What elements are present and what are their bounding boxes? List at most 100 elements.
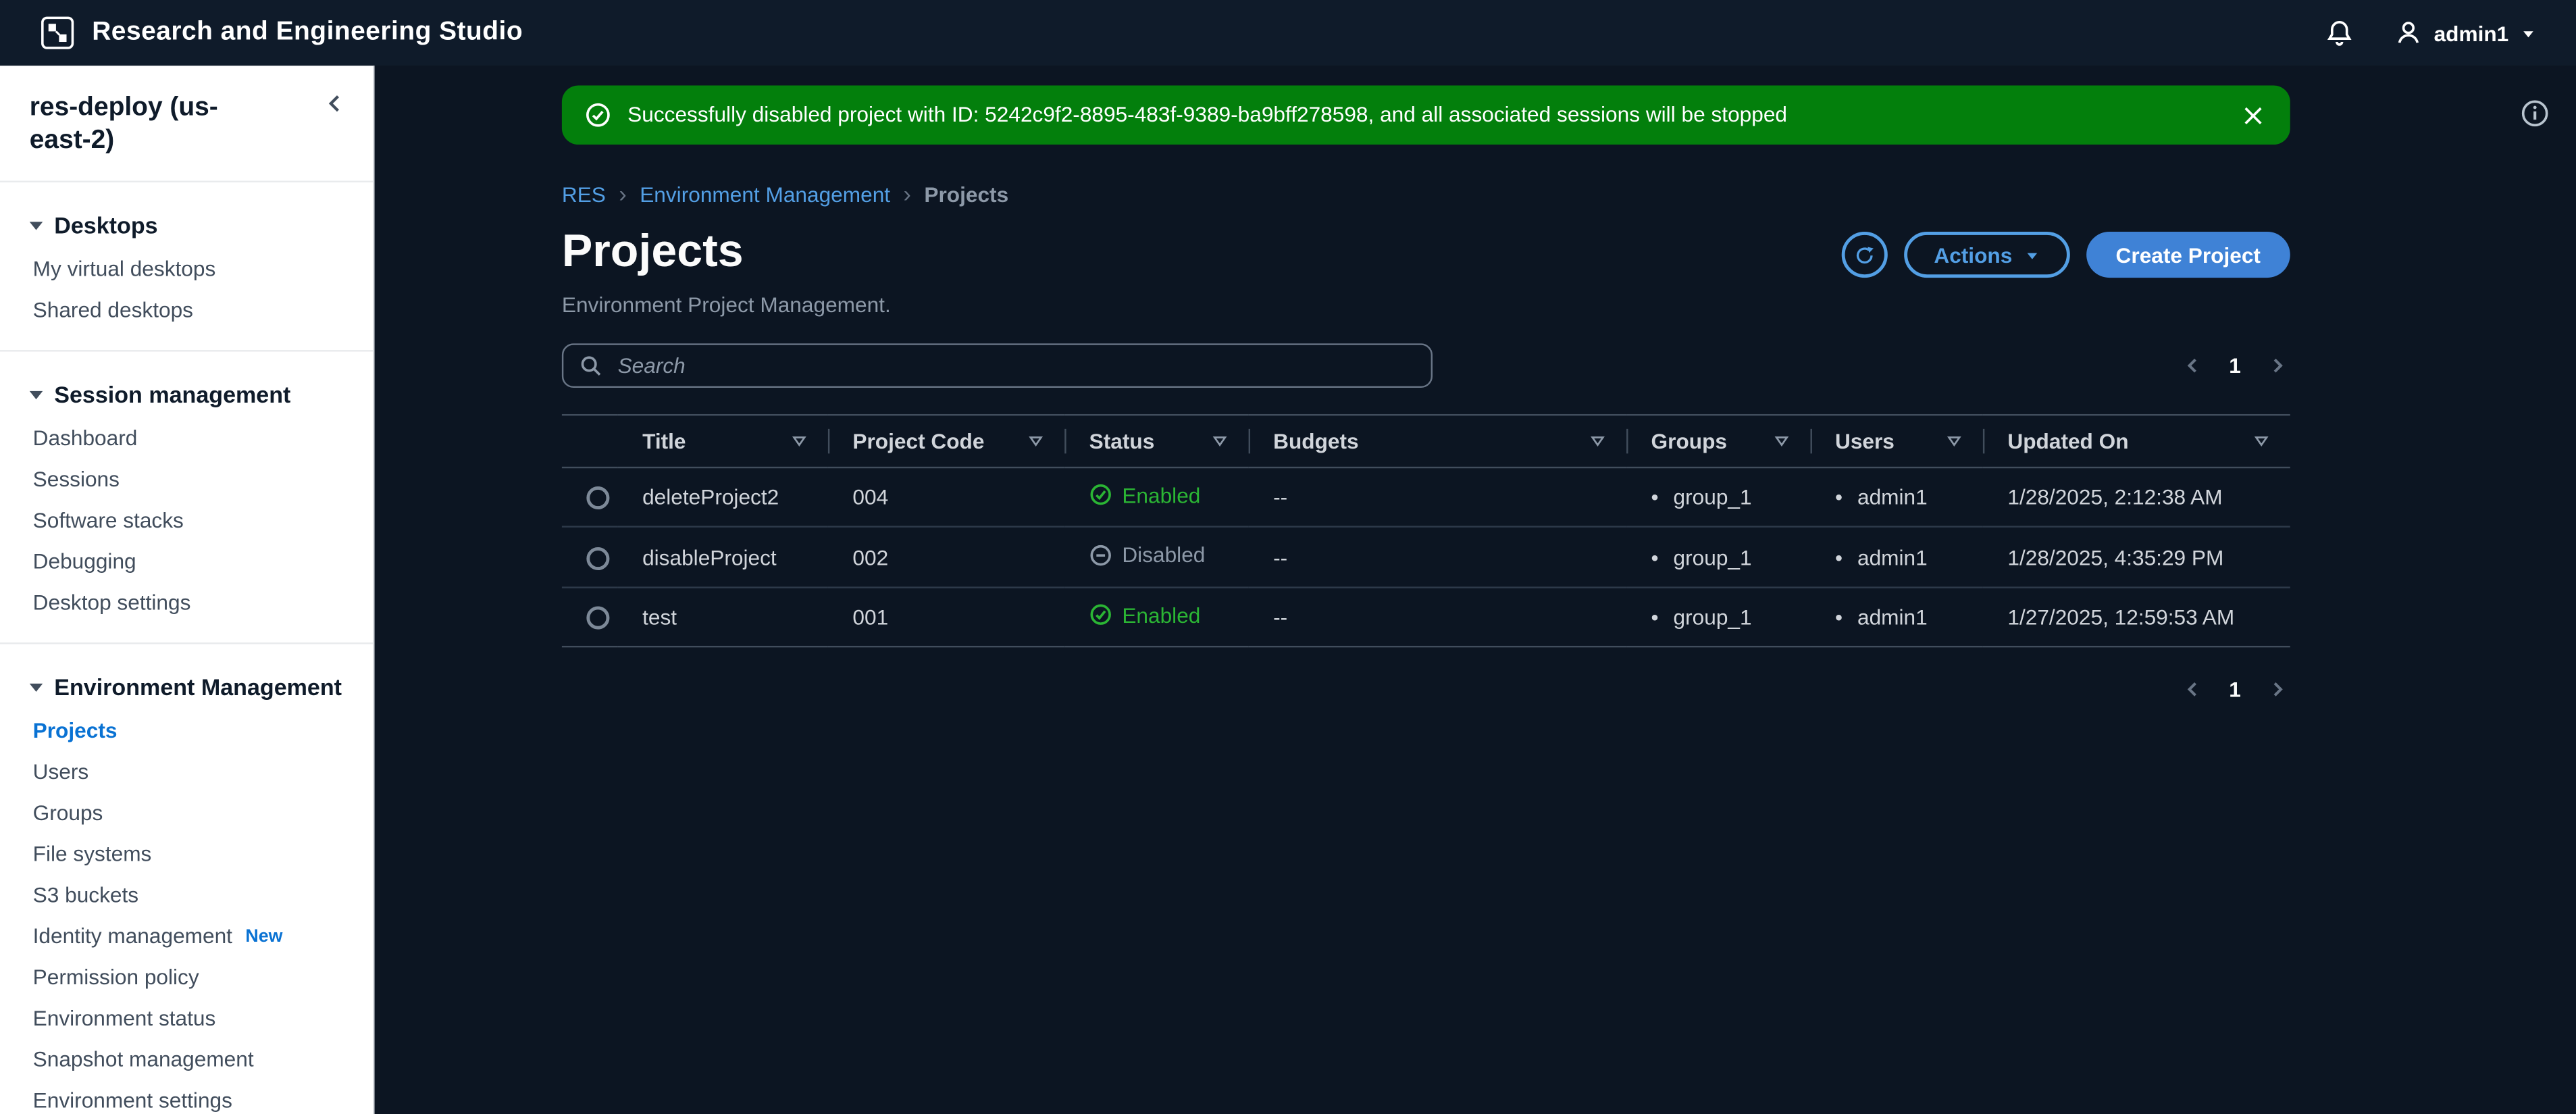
cell-users: • admin1 xyxy=(1810,467,1983,528)
cell-groups: • group_1 xyxy=(1626,527,1811,588)
sidebar-item-shared-desktops[interactable]: Shared desktops xyxy=(0,289,373,330)
create-project-button[interactable]: Create Project xyxy=(2086,231,2290,278)
row-radio[interactable] xyxy=(586,547,610,570)
column-header-project-code[interactable]: Project Code xyxy=(827,413,1065,468)
list-value: group_1 xyxy=(1673,605,1752,630)
sidebar-item-sessions[interactable]: Sessions xyxy=(0,459,373,500)
sidebar-item-projects[interactable]: Projects xyxy=(0,710,373,751)
sidebar-item-my-virtual-desktops[interactable]: My virtual desktops xyxy=(0,248,373,289)
column-header-users[interactable]: Users xyxy=(1810,413,1983,468)
breadcrumb: RES › Environment Management › Projects xyxy=(562,181,2290,207)
cell-budgets: -- xyxy=(1248,467,1627,528)
previous-page-button[interactable] xyxy=(2180,353,2204,377)
breadcrumb-res[interactable]: RES xyxy=(562,182,606,206)
refresh-button[interactable] xyxy=(1842,231,1888,278)
current-page-number[interactable]: 1 xyxy=(2229,678,2241,702)
sidebar-section-toggle-environment-management[interactable]: Environment Management xyxy=(0,661,373,710)
sidebar-section-toggle-desktops[interactable]: Desktops xyxy=(0,199,373,248)
status-label: Enabled xyxy=(1122,482,1201,508)
sidebar-item-dashboard[interactable]: Dashboard xyxy=(0,417,373,459)
sidebar-item-label: My virtual desktops xyxy=(32,256,216,281)
dash-circle-icon xyxy=(1089,544,1112,567)
cell-select xyxy=(561,587,618,649)
cell-title: disableProject xyxy=(617,527,828,588)
row-radio[interactable] xyxy=(586,486,610,510)
column-filter-icon[interactable] xyxy=(1017,432,1045,450)
cell-budgets: -- xyxy=(1248,587,1627,649)
user-menu-button[interactable]: admin1 xyxy=(2396,20,2537,46)
column-filter-icon[interactable] xyxy=(1935,432,1963,450)
sidebar-item-label: Projects xyxy=(32,717,118,743)
list-value: admin1 xyxy=(1857,545,1928,569)
sidebar-item-software-stacks[interactable]: Software stacks xyxy=(0,499,373,540)
sidebar-item-snapshot-management[interactable]: Snapshot management xyxy=(0,1038,373,1080)
next-page-button[interactable] xyxy=(2265,678,2290,702)
column-header-title[interactable]: Title xyxy=(617,413,828,468)
sidebar-item-label: Identity management xyxy=(32,923,232,948)
sidebar-section-desktops: Desktops My virtual desktops Shared deskto… xyxy=(0,182,373,352)
column-label: Users xyxy=(1834,428,1895,453)
previous-page-button[interactable] xyxy=(2180,678,2204,702)
column-header-updated-on[interactable]: Updated On xyxy=(1982,413,2290,468)
list-value: admin1 xyxy=(1857,484,1928,510)
search-input[interactable] xyxy=(614,351,1415,380)
info-panel-toggle-button[interactable] xyxy=(2517,95,2553,136)
bullet: • xyxy=(1651,484,1659,510)
sidebar-item-groups[interactable]: Groups xyxy=(0,792,373,833)
column-header-budgets[interactable]: Budgets xyxy=(1248,413,1627,468)
sidebar-item-label: Software stacks xyxy=(32,507,184,533)
column-header-groups[interactable]: Groups xyxy=(1626,413,1811,468)
list-value: group_1 xyxy=(1673,484,1752,510)
cell-updated-on: 1/27/2025, 12:59:53 AM xyxy=(1982,587,2290,649)
column-header-status[interactable]: Status xyxy=(1064,413,1249,468)
actions-button[interactable]: Actions xyxy=(1904,231,2070,278)
table-row-test[interactable]: test 001 Enabled -- • group_1 • admin1 1/27/2025… xyxy=(561,587,2290,649)
flash-close-button[interactable] xyxy=(2239,101,2267,129)
next-page-button[interactable] xyxy=(2265,353,2290,377)
table-header-row: Title Project Code Status Budgets Groups User… xyxy=(561,413,2290,468)
cell-budgets: -- xyxy=(1248,527,1627,588)
column-filter-icon[interactable] xyxy=(1201,432,1229,450)
current-page-number[interactable]: 1 xyxy=(2229,353,2241,377)
row-radio[interactable] xyxy=(586,607,610,630)
column-filter-icon[interactable] xyxy=(1763,432,1791,450)
breadcrumb-environment-management[interactable]: Environment Management xyxy=(640,182,890,206)
table-row-deleteproject2[interactable]: deleteProject2 004 Enabled -- • group_1 • admin… xyxy=(561,467,2290,528)
side-navigation: res-deploy (us-east-2) Desktops My virtua… xyxy=(0,66,375,1114)
column-filter-icon[interactable] xyxy=(1579,432,1607,450)
sidebar-item-label: Debugging xyxy=(32,549,136,574)
sidebar-section-toggle-session-management[interactable]: Session management xyxy=(0,368,373,417)
sidebar-item-desktop-settings[interactable]: Desktop settings xyxy=(0,582,373,623)
sidebar-item-users[interactable]: Users xyxy=(0,751,373,792)
bullet: • xyxy=(1834,484,1843,510)
sidebar-item-environment-settings[interactable]: Environment settings xyxy=(0,1080,373,1114)
sidebar-collapse-button[interactable] xyxy=(320,88,350,123)
table-row-disableproject[interactable]: disableProject 002 Disabled -- • group_1 • admi… xyxy=(561,527,2290,588)
sidebar-section-title: Desktops xyxy=(54,211,158,238)
pagination-bottom: 1 xyxy=(2180,678,2290,702)
sidebar-item-label: Snapshot management xyxy=(32,1046,254,1071)
sidebar-item-s3-buckets[interactable]: S3 buckets xyxy=(0,874,373,915)
flashbar-success: Successfully disabled project with ID: 5… xyxy=(561,85,2290,145)
breadcrumb-separator-icon: › xyxy=(619,180,627,207)
cell-project-code: 002 xyxy=(827,527,1065,588)
page-header: Projects Environment Project Management.… xyxy=(561,225,2290,317)
sidebar-item-file-systems[interactable]: File systems xyxy=(0,833,373,874)
sidebar-item-permission-policy[interactable]: Permission policy xyxy=(0,957,373,998)
sidebar-item-identity-management[interactable]: Identity management New xyxy=(0,915,373,957)
success-check-circle-icon xyxy=(585,102,611,128)
new-badge: New xyxy=(245,926,283,946)
bullet: • xyxy=(1651,605,1659,630)
bullet: • xyxy=(1651,545,1659,569)
pagination-bottom-wrap: 1 xyxy=(562,678,2290,702)
page-title: Projects xyxy=(561,225,744,276)
column-filter-icon[interactable] xyxy=(780,432,808,450)
cell-select xyxy=(561,527,618,588)
caret-down-icon xyxy=(29,221,43,230)
column-filter-icon[interactable] xyxy=(2242,432,2270,450)
notifications-bell-button[interactable] xyxy=(2327,20,2353,46)
sidebar-list: Dashboard Sessions Software stacks Debuggin… xyxy=(0,417,373,623)
sidebar-item-debugging[interactable]: Debugging xyxy=(0,540,373,582)
sidebar-item-environment-status[interactable]: Environment status xyxy=(0,997,373,1038)
sidebar-item-label: Shared desktops xyxy=(32,297,193,322)
